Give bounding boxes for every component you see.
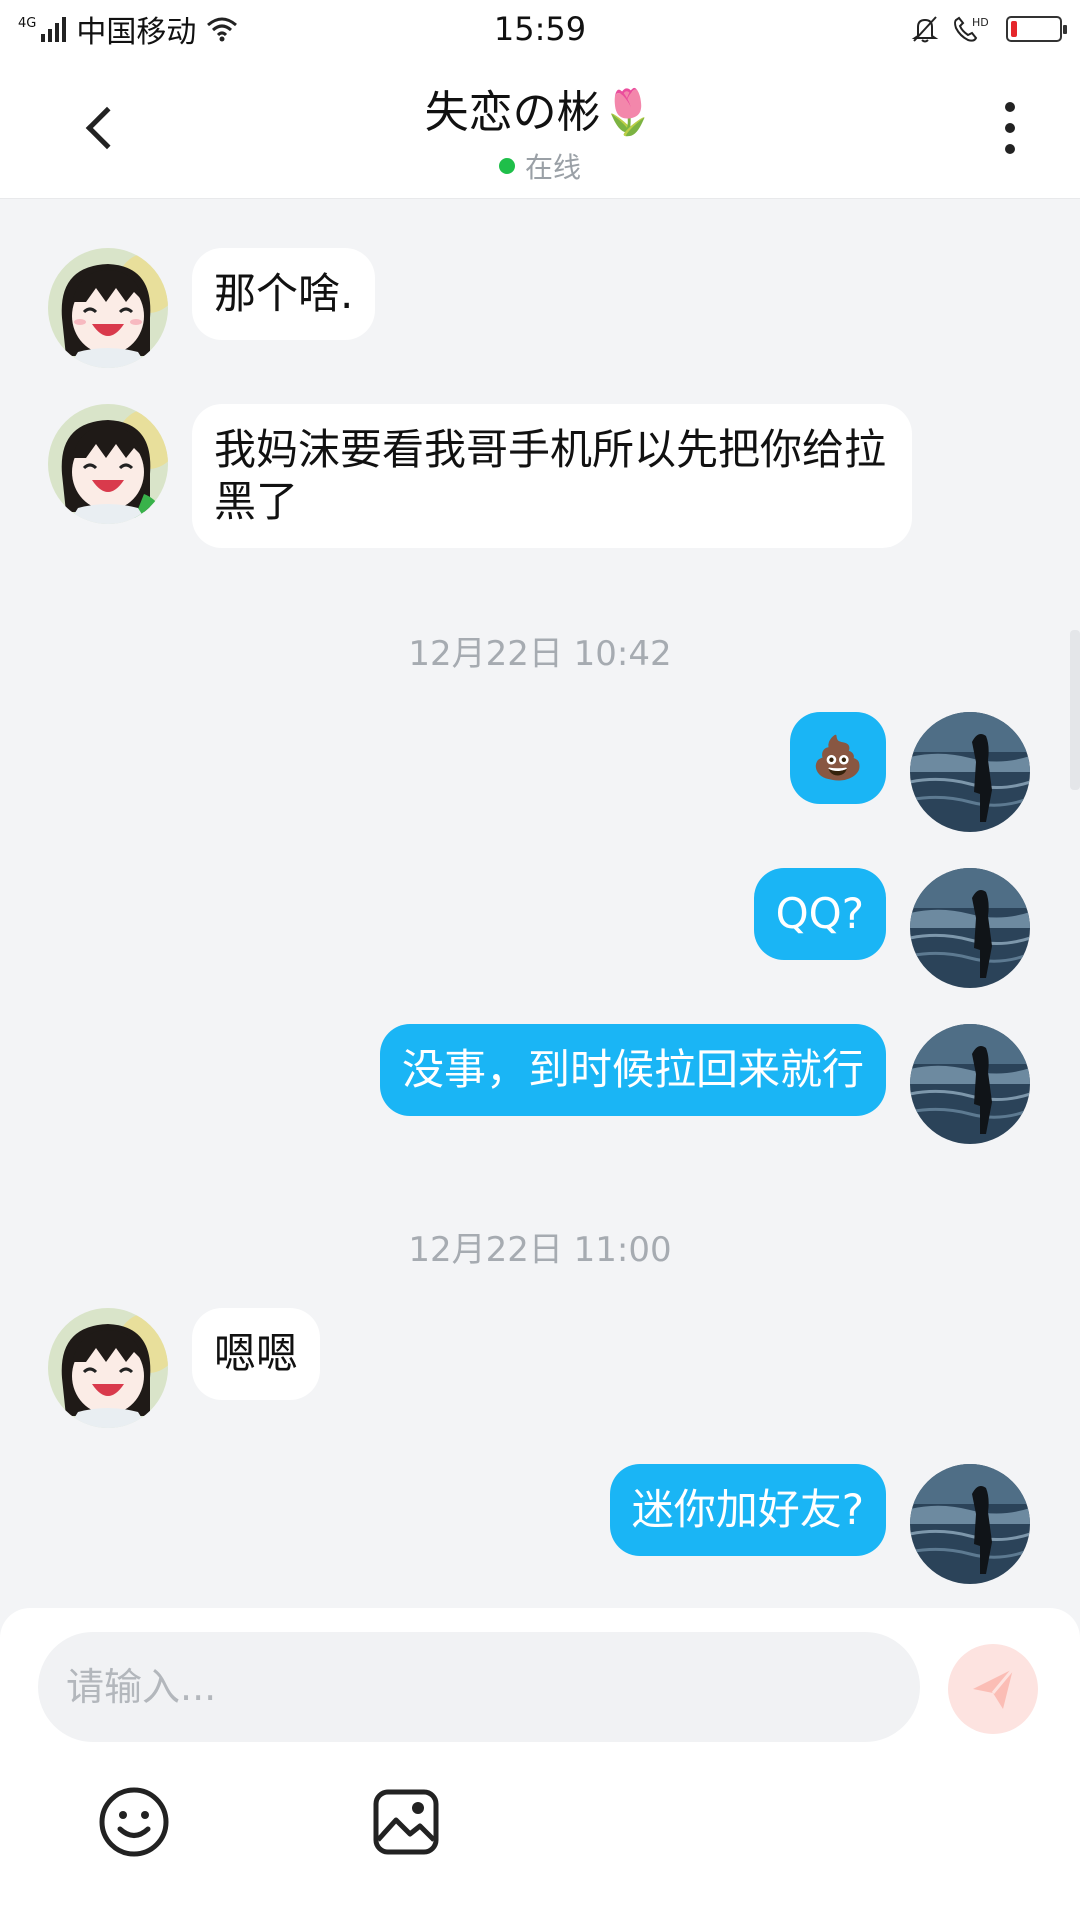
input-bar	[0, 1608, 1080, 1920]
status-right: HD	[910, 14, 1067, 44]
message-list[interactable]: 那个啥. 我妈沫要看我哥手机所以先把你给拉黑了 12月22日 10:42 💩 Q…	[0, 198, 1080, 1608]
message-bubble-incoming[interactable]: 我妈沫要看我哥手机所以先把你给拉黑了	[192, 404, 912, 548]
contact-avatar[interactable]	[48, 404, 168, 524]
dot-icon	[1005, 102, 1015, 112]
more-options-button[interactable]	[990, 98, 1030, 158]
timestamp: 12月22日 10:42	[408, 634, 672, 674]
scrollbar[interactable]	[1070, 630, 1080, 790]
image-button[interactable]	[370, 1786, 442, 1858]
send-icon	[973, 1668, 1015, 1709]
hd-call-icon: HD	[954, 16, 989, 42]
dot-icon	[1005, 144, 1015, 154]
my-avatar[interactable]	[910, 868, 1030, 988]
message-bubble-incoming[interactable]: 那个啥.	[192, 248, 376, 340]
signal-icon: 4G	[18, 16, 67, 42]
title-block: 失恋の彬🌷 在线	[0, 76, 1080, 186]
emoji-button[interactable]	[98, 1786, 170, 1858]
message-input[interactable]	[38, 1632, 920, 1742]
smiley-icon	[99, 1787, 169, 1857]
contact-name: 失恋の彬🌷	[424, 87, 656, 138]
timestamp: 12月22日 11:00	[408, 1230, 672, 1270]
carrier-label: 中国移动	[76, 15, 197, 50]
message-bubble-outgoing[interactable]: QQ?	[753, 868, 886, 960]
contact-avatar[interactable]	[48, 248, 168, 368]
message-bubble-outgoing[interactable]: 没事，到时候拉回来就行	[379, 1024, 886, 1116]
my-avatar[interactable]	[910, 1464, 1030, 1584]
online-dot-icon	[498, 158, 515, 174]
mute-bell-icon	[911, 16, 939, 43]
battery-icon	[1006, 16, 1067, 42]
message-bubble-incoming[interactable]: 嗯嗯	[192, 1308, 321, 1400]
timestamp-partial	[0, 178, 1080, 198]
dot-icon	[1005, 123, 1015, 133]
status-left: 4G 中国移动	[18, 7, 238, 51]
image-icon	[373, 1789, 439, 1855]
my-avatar[interactable]	[910, 712, 1030, 832]
battery-level	[1011, 21, 1017, 37]
my-avatar[interactable]	[910, 1024, 1030, 1144]
hd-label: HD	[972, 16, 989, 29]
clock: 15:59	[493, 10, 587, 48]
network-type: 4G	[18, 16, 37, 31]
status-bar: 4G 中国移动 15:59 HD	[0, 0, 1080, 58]
send-button[interactable]	[948, 1644, 1038, 1734]
message-bubble-outgoing[interactable]: 迷你加好友?	[609, 1464, 886, 1556]
chat-header: 失恋の彬🌷 在线	[0, 58, 1080, 198]
contact-avatar[interactable]	[48, 1308, 168, 1428]
wifi-icon	[207, 17, 238, 42]
message-bubble-outgoing[interactable]: 💩	[789, 712, 886, 804]
